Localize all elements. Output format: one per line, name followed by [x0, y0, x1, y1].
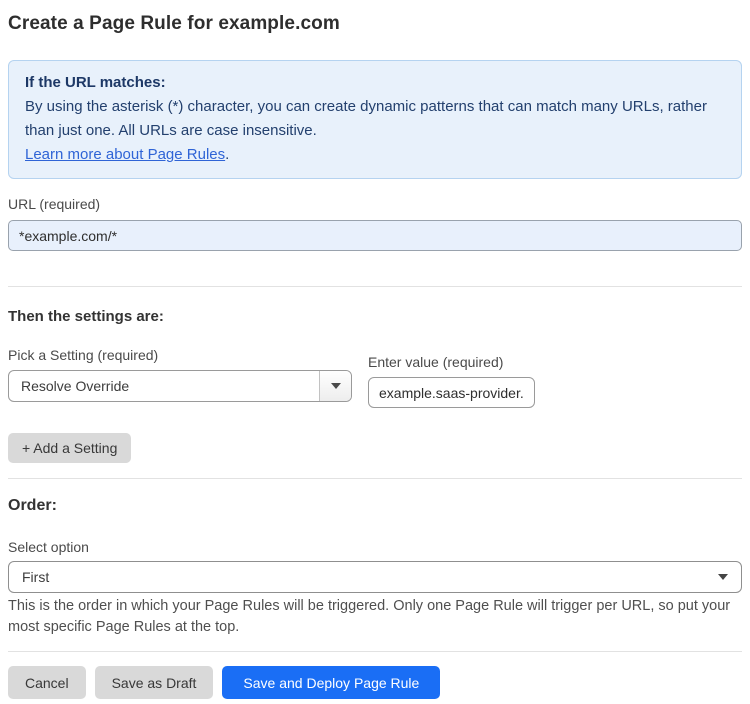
setting-value-label: Enter value (required) — [368, 354, 504, 370]
add-setting-button[interactable]: + Add a Setting — [8, 433, 132, 463]
save-and-deploy-button[interactable]: Save and Deploy Page Rule — [222, 666, 441, 699]
link-period: . — [225, 146, 230, 163]
info-box-body: By using the asterisk (*) character, you… — [25, 98, 707, 139]
info-box-link-line: Learn more about Page Rules. — [25, 143, 725, 167]
setting-picker-column: Pick a Setting (required) Resolve Overri… — [8, 347, 352, 402]
divider — [8, 651, 742, 652]
order-help-text: This is the order in which your Page Rul… — [8, 598, 731, 635]
save-as-draft-button[interactable]: Save as Draft — [94, 666, 214, 699]
divider — [8, 286, 742, 287]
order-select[interactable]: First — [8, 561, 742, 593]
url-input[interactable] — [8, 220, 742, 251]
chevron-down-icon — [330, 383, 341, 389]
settings-row: Pick a Setting (required) Resolve Overri… — [8, 347, 742, 408]
order-select-label: Select option — [8, 539, 89, 555]
setting-select-value: Resolve Override — [21, 378, 130, 394]
chevron-down-icon — [718, 574, 728, 580]
info-box-heading: If the URL matches: — [25, 74, 166, 91]
learn-more-link[interactable]: Learn more about Page Rules — [25, 146, 225, 163]
url-field-label: URL (required) — [8, 196, 101, 212]
divider — [8, 478, 742, 479]
setting-picker-label: Pick a Setting (required) — [8, 347, 159, 363]
settings-section-heading: Then the settings are: — [8, 308, 164, 325]
order-select-value: First — [22, 569, 50, 585]
setting-select-arrow-box[interactable] — [319, 371, 351, 401]
page-title: Create a Page Rule for example.com — [8, 13, 340, 34]
cancel-button[interactable]: Cancel — [8, 666, 86, 699]
footer-actions: Cancel Save as Draft Save and Deploy Pag… — [8, 666, 742, 699]
url-match-info-box: If the URL matches: By using the asteris… — [8, 60, 742, 179]
setting-value-input[interactable] — [368, 377, 535, 408]
page-rule-form: Create a Page Rule for example.com If th… — [0, 13, 750, 699]
setting-value-column: Enter value (required) — [368, 354, 535, 408]
order-section-heading: Order: — [8, 497, 57, 514]
setting-select[interactable]: Resolve Override — [8, 370, 352, 402]
